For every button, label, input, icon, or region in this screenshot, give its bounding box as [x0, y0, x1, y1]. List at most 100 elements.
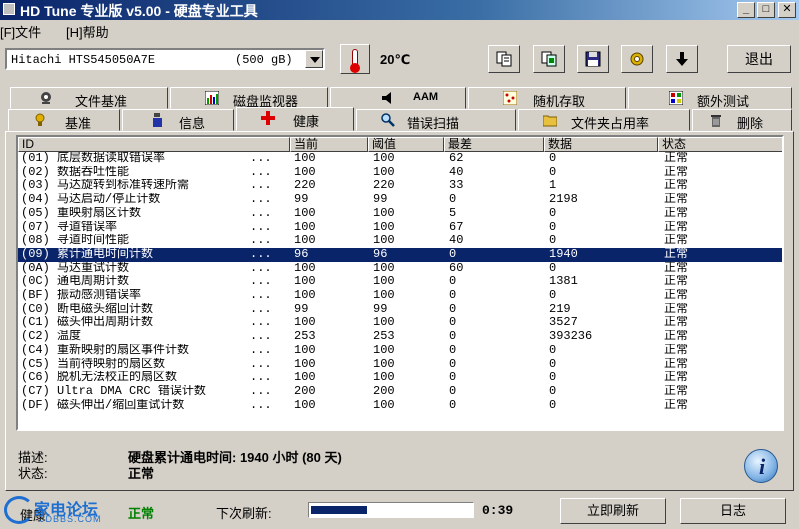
copy-screen-button[interactable] — [533, 45, 565, 73]
cell-data: 0 — [549, 152, 557, 165]
temperature-value: 20℃ — [380, 52, 411, 67]
header-worst[interactable]: 最差 — [444, 137, 544, 152]
cell-thr: 99 — [373, 193, 388, 207]
table-row[interactable]: (07) 寻道错误率 100 100 67 0 正常... — [18, 221, 782, 235]
maximize-button[interactable]: □ — [757, 2, 775, 18]
exit-button[interactable]: 退出 — [727, 45, 791, 73]
refresh-now-button[interactable]: 立即刷新 — [560, 498, 666, 524]
header-threshold[interactable]: 阈值 — [368, 137, 444, 152]
aam-icon — [382, 92, 391, 104]
tab-label: 随机存取 — [533, 94, 586, 109]
tab-label: 基准 — [65, 116, 92, 131]
table-row[interactable]: (03) 马达旋转到标准转速所需 220 220 33 1 正常... — [18, 179, 782, 193]
tab-info[interactable]: 信息 — [122, 109, 234, 131]
minimize-button[interactable]: _ — [737, 2, 755, 18]
tab-extra-tests[interactable]: 额外测试 — [628, 87, 792, 109]
cell-data: 0 — [549, 165, 557, 179]
log-button[interactable]: 日志 — [680, 498, 786, 524]
cell-dots: ... — [250, 330, 272, 344]
cell-cur: 100 — [294, 165, 316, 179]
tab-file-benchmark[interactable]: 文件基准 — [10, 87, 168, 109]
header-id[interactable]: ID — [18, 137, 290, 152]
table-row[interactable]: (BF) 振动感测错误率 100 100 0 0 正常... — [18, 289, 782, 303]
cell-data: 0 — [549, 234, 557, 248]
cell-worst: 0 — [449, 275, 457, 289]
drive-select[interactable]: Hitachi HTS545050A7E (500 gB) — [5, 48, 325, 70]
tab-benchmark[interactable]: 基准 — [8, 109, 120, 131]
temperature-button[interactable] — [340, 44, 370, 74]
cell-data: 219 — [549, 302, 571, 316]
cell-data: 393236 — [549, 330, 593, 344]
cell-cur: 100 — [294, 220, 316, 234]
cell-dots: ... — [250, 247, 272, 261]
menu-file[interactable]: [F]文件 — [0, 22, 41, 41]
header-data[interactable]: 数据 — [544, 137, 658, 152]
download-button[interactable] — [666, 45, 698, 73]
header-current[interactable]: 当前 — [290, 137, 368, 152]
window-title: HD Tune 专业版 v5.00 - 硬盘专业工具 — [20, 3, 258, 19]
table-row[interactable]: (DF) 磁头伸出/缩回重试计数 100 100 0 0 正常... — [18, 399, 782, 413]
tab-label: 删除 — [737, 116, 764, 131]
table-row[interactable]: (C1) 磁头伸出周期计数 100 100 0 3527 正常... — [18, 316, 782, 330]
benchmark-icon — [35, 113, 45, 126]
table-row[interactable]: (0A) 马达重试计数 100 100 60 0 正常... — [18, 262, 782, 276]
cell-status: 正常 — [664, 398, 689, 412]
cell-thr: 100 — [373, 357, 395, 371]
close-button[interactable]: ✕ — [778, 2, 796, 18]
table-row[interactable]: (08) 寻道时间性能 100 100 40 0 正常... — [18, 234, 782, 248]
cell-cur: 100 — [294, 357, 316, 371]
table-row[interactable]: (02) 数据吞吐性能 100 100 40 0 正常... — [18, 166, 782, 180]
save-button[interactable] — [577, 45, 609, 73]
drive-dropdown-button[interactable] — [305, 50, 323, 68]
table-row[interactable]: (C0) 断电磁头缩回计数 99 99 0 219 正常... — [18, 303, 782, 317]
options-button[interactable] — [621, 45, 653, 73]
cell-data: 0 — [549, 343, 557, 357]
table-row[interactable]: (C4) 重新映射的扇区事件计数 100 100 0 0 正常... — [18, 344, 782, 358]
tab-folder-usage[interactable]: 文件夹占用率 — [518, 109, 690, 131]
tab-error-scan[interactable]: 错误扫描 — [356, 109, 516, 131]
watermark-logo: 家电论坛 JDBBS.COM — [4, 494, 128, 526]
copy-text-button[interactable] — [488, 45, 520, 73]
cell-dots: ... — [250, 343, 272, 357]
cell-thr: 100 — [373, 261, 395, 275]
cell-thr: 100 — [373, 398, 395, 412]
tab-erase[interactable]: 删除 — [692, 109, 792, 131]
table-row[interactable]: (09) 累计通电时间计数 96 96 0 1940 正常... — [18, 247, 782, 262]
table-row[interactable]: (C6) 脱机无法校正的扇区数 100 100 0 0 正常... — [18, 371, 782, 385]
cell-thr: 100 — [373, 234, 395, 248]
table-row[interactable]: (C2) 温度 253 253 0 393236 正常... — [18, 330, 782, 344]
tab-disk-monitor[interactable]: 磁盘监视器 — [170, 87, 328, 109]
cell-thr: 99 — [373, 302, 388, 316]
info-help-icon[interactable]: i — [744, 449, 778, 483]
cell-data: 0 — [549, 289, 557, 302]
tab-aam[interactable]: AAM — [330, 87, 466, 109]
cell-worst: 0 — [449, 330, 457, 344]
tab-label: 信息 — [179, 116, 206, 131]
table-row[interactable]: (0C) 通电周期计数 100 100 0 1381 正常... — [18, 275, 782, 289]
health-cross-icon — [261, 111, 275, 125]
save-icon — [585, 51, 601, 67]
cell-worst: 0 — [449, 343, 457, 357]
table-row[interactable]: (C7) Ultra DMA CRC 错误计数 200 200 0 0 正常... — [18, 385, 782, 399]
drive-size: (500 gB) — [235, 53, 293, 67]
cell-status: 正常 — [664, 384, 689, 398]
table-header: ID 当前 阈值 最差 数据 状态 — [18, 137, 782, 152]
cell-thr: 100 — [373, 275, 395, 289]
table-row[interactable]: (05) 重映射扇区计数 100 100 5 0 正常... — [18, 207, 782, 221]
cell-cur: 100 — [294, 371, 316, 385]
cell-dots: ... — [250, 165, 272, 179]
cell-thr: 100 — [373, 206, 395, 220]
status-value: 正常 — [128, 466, 155, 481]
tab-health[interactable]: 健康 — [236, 107, 354, 131]
smart-table[interactable]: ID 当前 阈值 最差 数据 状态 (01) 底层数据读取错误率 100 100 62… — [16, 135, 784, 431]
table-row[interactable]: (04) 马达启动/停止计数 99 99 0 2198 正常... — [18, 193, 782, 207]
cell-cur: 100 — [294, 234, 316, 248]
cell-worst: 5 — [449, 206, 457, 220]
tab-random-access[interactable]: 随机存取 — [468, 87, 626, 109]
chevron-down-icon — [310, 57, 320, 63]
table-row[interactable]: (01) 底层数据读取错误率 100 100 62 0 正常... — [18, 152, 782, 166]
menu-help[interactable]: [H]帮助 — [66, 22, 109, 41]
cell-thr: 100 — [373, 152, 395, 165]
table-row[interactable]: (C5) 当前待映射的扇区数 100 100 0 0 正常... — [18, 358, 782, 372]
header-status[interactable]: 状态 — [658, 137, 782, 152]
